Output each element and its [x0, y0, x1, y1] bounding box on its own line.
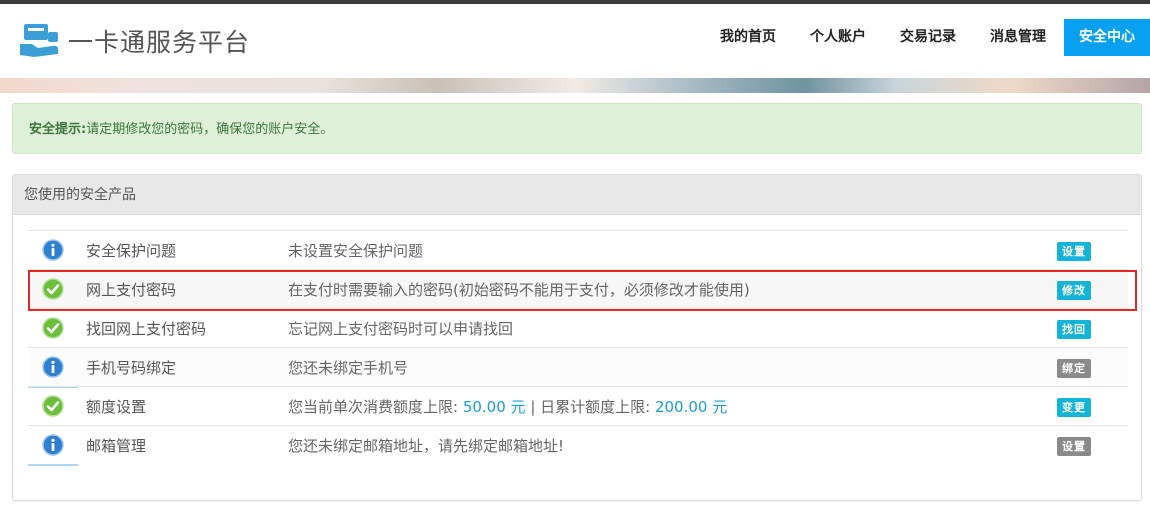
list-item-recover-password: 找回网上支付密码 忘记网上支付密码时可以申请找回 找回: [28, 308, 1128, 347]
item-description: 您还未绑定手机号: [288, 358, 409, 377]
header: 一卡通服务平台 我的首页 个人账户 交易记录 消息管理 安全中心: [0, 4, 1150, 78]
item-name: 找回网上支付密码: [86, 319, 207, 338]
banner-image: [0, 78, 1150, 93]
recover-password-button[interactable]: 找回: [1057, 320, 1091, 339]
single-limit-label: 您当前单次消费额度上限:: [288, 397, 463, 416]
highlight-box: [28, 270, 1137, 311]
set-security-question-button[interactable]: 设置: [1057, 242, 1091, 261]
info-icon: [28, 426, 78, 466]
item-name: 额度设置: [86, 397, 147, 416]
alert-prefix: 安全提示:: [29, 122, 87, 137]
item-name: 邮箱管理: [86, 436, 147, 455]
bind-phone-button[interactable]: 绑定: [1057, 359, 1091, 378]
card-hand-icon: [20, 24, 58, 57]
item-description: 您当前单次消费额度上限: 50.00 元 | 日累计额度上限: 200.00 元: [288, 396, 1128, 417]
item-description: 未设置安全保护问题: [288, 241, 424, 260]
list-item-phone-binding: 手机号码绑定 您还未绑定手机号 绑定: [28, 347, 1128, 388]
security-products-panel: 您使用的安全产品 安全保护问题 未设置安全保护问题 设置 网上支付密码 在支付时…: [12, 174, 1142, 501]
single-limit-value: 50.00 元: [462, 397, 526, 416]
main-nav: 我的首页 个人账户 交易记录 消息管理 安全中心: [703, 19, 1150, 56]
info-icon: [28, 231, 78, 271]
item-description: 忘记网上支付密码时可以申请找回: [288, 319, 514, 338]
daily-limit-label: 日累计额度上限:: [540, 397, 655, 416]
list-item-security-question: 安全保护问题 未设置安全保护问题 设置: [28, 230, 1128, 271]
security-alert: 安全提示:请定期修改您的密码，确保您的账户安全。: [12, 103, 1142, 154]
limit-separator: |: [525, 397, 541, 416]
logo[interactable]: 一卡通服务平台: [18, 22, 250, 60]
nav-security-center[interactable]: 安全中心: [1064, 19, 1150, 56]
check-icon: [28, 387, 78, 426]
item-name: 手机号码绑定: [86, 358, 177, 377]
logo-text: 一卡通服务平台: [68, 28, 251, 57]
panel-title: 您使用的安全产品: [13, 175, 1141, 215]
item-name: 安全保护问题: [86, 241, 177, 260]
list-item-email-management: 邮箱管理 您还未绑定邮箱地址，请先绑定邮箱地址! 设置: [28, 425, 1128, 466]
nav-home[interactable]: 我的首页: [703, 19, 793, 56]
nav-account[interactable]: 个人账户: [793, 19, 883, 56]
item-description: 您还未绑定邮箱地址，请先绑定邮箱地址!: [288, 436, 565, 455]
info-icon: [28, 348, 78, 388]
nav-messages[interactable]: 消息管理: [973, 19, 1063, 56]
alert-text: 请定期修改您的密码，确保您的账户安全。: [86, 122, 334, 137]
nav-transactions[interactable]: 交易记录: [883, 19, 973, 56]
check-icon: [28, 309, 78, 348]
change-limit-button[interactable]: 变更: [1057, 398, 1091, 417]
list-item-limit-settings: 额度设置 您当前单次消费额度上限: 50.00 元 | 日累计额度上限: 200…: [28, 386, 1128, 425]
set-email-button[interactable]: 设置: [1057, 437, 1091, 456]
daily-limit-value: 200.00 元: [654, 397, 728, 416]
security-list: 安全保护问题 未设置安全保护问题 设置 网上支付密码 在支付时需要输入的密码(初…: [28, 230, 1128, 466]
